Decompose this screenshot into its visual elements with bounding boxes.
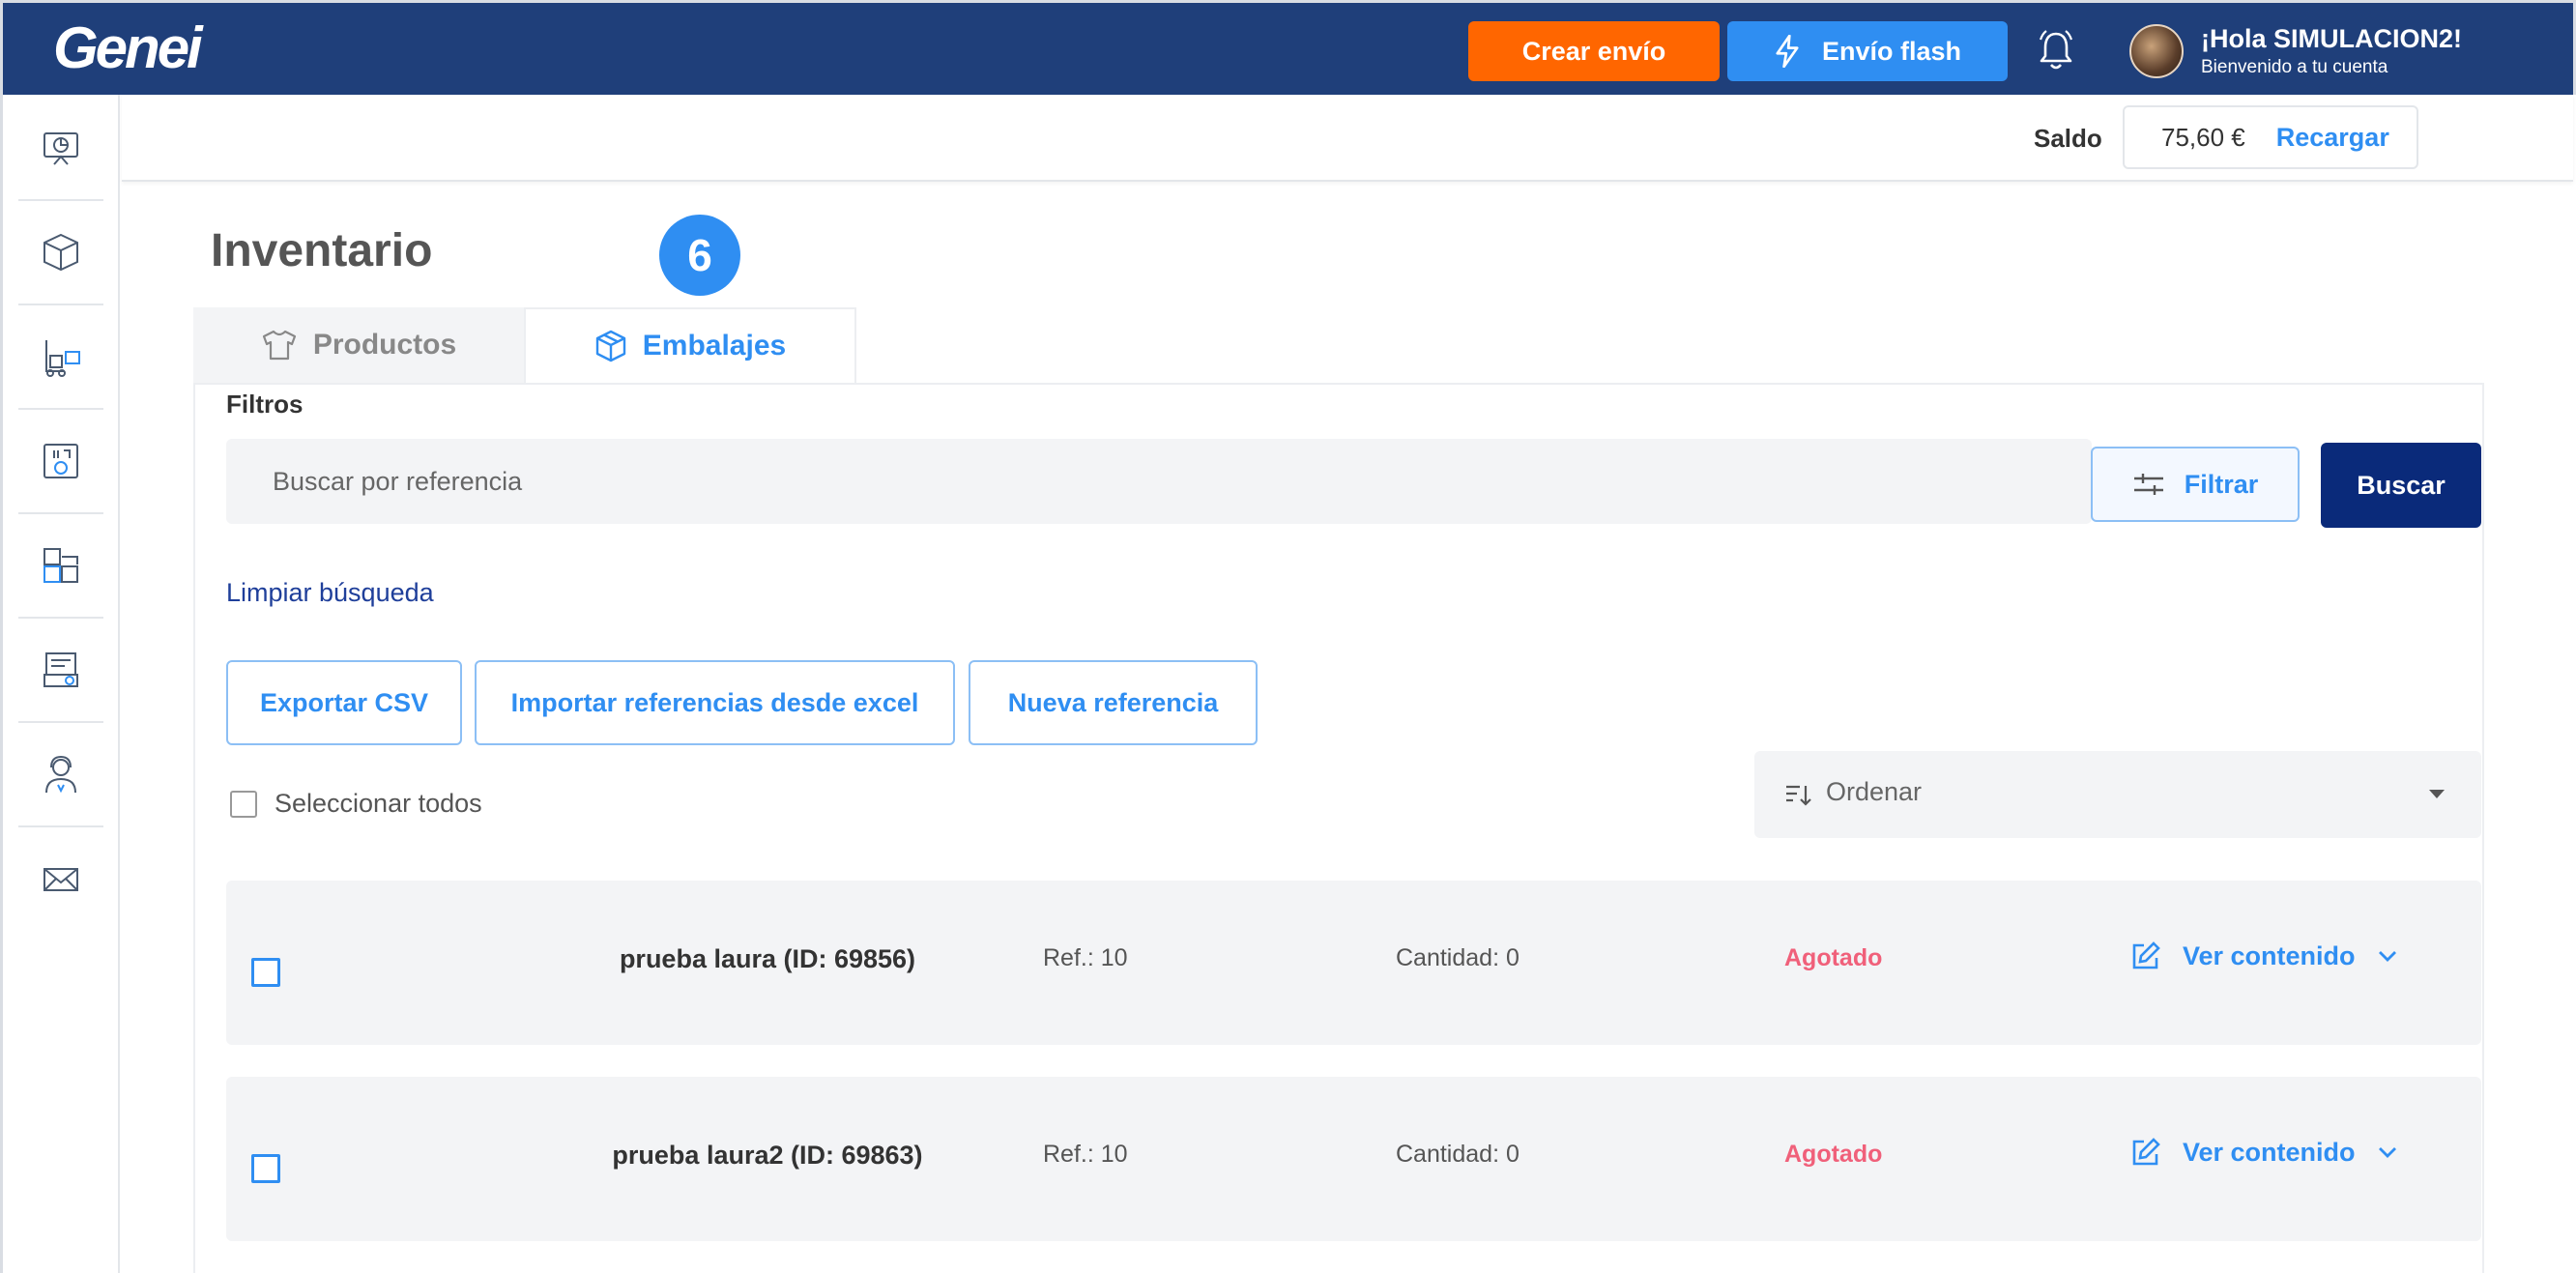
list-item: prueba laura (ID: 69856) Ref.: 10 Cantid…	[226, 881, 2481, 1045]
sidebar-item-returns[interactable]	[18, 410, 103, 514]
sidebar-item-dashboard[interactable]	[18, 97, 103, 201]
sort-icon	[1786, 785, 1811, 806]
ver-contenido-button[interactable]: Ver contenido	[2130, 1137, 2398, 1168]
ver-contenido-label: Ver contenido	[2183, 940, 2356, 970]
buscar-button[interactable]: Buscar	[2321, 443, 2481, 528]
edit-icon	[2132, 1138, 2160, 1166]
sidebar-item-support[interactable]	[18, 723, 103, 827]
sidebar-item-warehouse[interactable]	[18, 305, 103, 410]
package-icon	[43, 233, 78, 272]
balance-box: 75,60 € Recargar	[2123, 105, 2418, 169]
filters-heading: Filtros	[226, 390, 304, 419]
row-checkbox[interactable]	[251, 1154, 280, 1183]
item-quantity: Cantidad: 0	[1396, 944, 1520, 971]
returns-icon	[43, 444, 78, 478]
tab-embalajes[interactable]: Embalajes	[524, 307, 856, 383]
export-csv-button[interactable]: Exportar CSV	[226, 660, 462, 745]
balance-label: Saldo	[2034, 124, 2102, 153]
tab-embalajes-label: Embalajes	[642, 330, 787, 362]
limpiar-busqueda-link[interactable]: Limpiar búsqueda	[226, 578, 434, 608]
list-item: prueba laura2 (ID: 69863) Ref.: 10 Canti…	[226, 1077, 2481, 1241]
lightning-icon	[1776, 35, 1799, 68]
sidebar-item-messages[interactable]	[18, 827, 103, 932]
chevron-down-icon[interactable]	[2377, 1145, 2398, 1159]
sidebar	[0, 95, 120, 1273]
tab-productos-label: Productos	[312, 329, 457, 361]
sidebar-item-billing[interactable]	[18, 619, 103, 723]
chevron-down-icon	[2429, 790, 2445, 798]
ver-contenido-button[interactable]: Ver contenido	[2130, 940, 2398, 971]
puzzle-icon	[43, 548, 78, 583]
select-all-label: Seleccionar todos	[275, 789, 482, 818]
envio-flash-button[interactable]: Envío flash	[1727, 21, 2008, 81]
status-badge: Agotado	[1784, 944, 1883, 971]
crear-envio-button[interactable]: Crear envío	[1468, 21, 1720, 81]
sort-dropdown[interactable]: Ordenar	[1754, 751, 2481, 838]
chevron-down-icon[interactable]	[2377, 949, 2398, 963]
import-excel-button[interactable]: Importar referencias desde excel	[475, 660, 955, 745]
filtrar-label: Filtrar	[2184, 469, 2259, 499]
support-agent-icon	[45, 755, 76, 794]
status-badge: Agotado	[1784, 1141, 1883, 1168]
dashboard-icon	[43, 132, 78, 165]
mail-icon	[43, 868, 78, 891]
recargar-link[interactable]: Recargar	[2276, 123, 2389, 153]
sliders-icon	[2133, 474, 2163, 495]
avatar[interactable]	[2129, 24, 2184, 78]
item-quantity: Cantidad: 0	[1396, 1141, 1520, 1168]
tshirt-icon	[262, 330, 296, 361]
box-icon	[595, 330, 625, 362]
user-greeting[interactable]: ¡Hola SIMULACION2!	[2201, 24, 2462, 54]
step-badge: 6	[659, 215, 740, 296]
tab-productos[interactable]: Productos	[193, 307, 524, 383]
row-checkbox[interactable]	[251, 958, 280, 987]
warehouse-forklift-icon	[45, 340, 80, 377]
genei-logo[interactable]: Genei	[53, 14, 203, 81]
sidebar-item-shipments[interactable]	[18, 201, 103, 305]
item-name: prueba laura (ID: 69856)	[619, 944, 916, 973]
page-title: Inventario	[211, 225, 433, 276]
item-ref: Ref.: 10	[1043, 1141, 1128, 1168]
search-input[interactable]	[226, 439, 2092, 524]
filtrar-button[interactable]: Filtrar	[2091, 447, 2300, 522]
top-bar: Genei Crear envío Envío flash ¡Hola SIMU…	[0, 0, 2576, 95]
ver-contenido-label: Ver contenido	[2183, 1137, 2356, 1167]
edit-icon	[2132, 941, 2160, 969]
item-name: prueba laura2 (ID: 69863)	[612, 1141, 923, 1170]
bell-icon[interactable]	[2037, 28, 2075, 72]
welcome-text: Bienvenido a tu cuenta	[2201, 57, 2388, 77]
balance-value: 75,60 €	[2161, 122, 2245, 152]
item-ref: Ref.: 10	[1043, 944, 1128, 971]
select-all-checkbox[interactable]	[230, 790, 257, 818]
sort-label: Ordenar	[1826, 776, 1923, 806]
nueva-referencia-button[interactable]: Nueva referencia	[969, 660, 1258, 745]
sidebar-item-integrations[interactable]	[18, 514, 103, 619]
envio-flash-label: Envío flash	[1821, 36, 1962, 66]
select-all[interactable]: Seleccionar todos	[230, 789, 482, 819]
invoice-icon	[43, 652, 78, 687]
